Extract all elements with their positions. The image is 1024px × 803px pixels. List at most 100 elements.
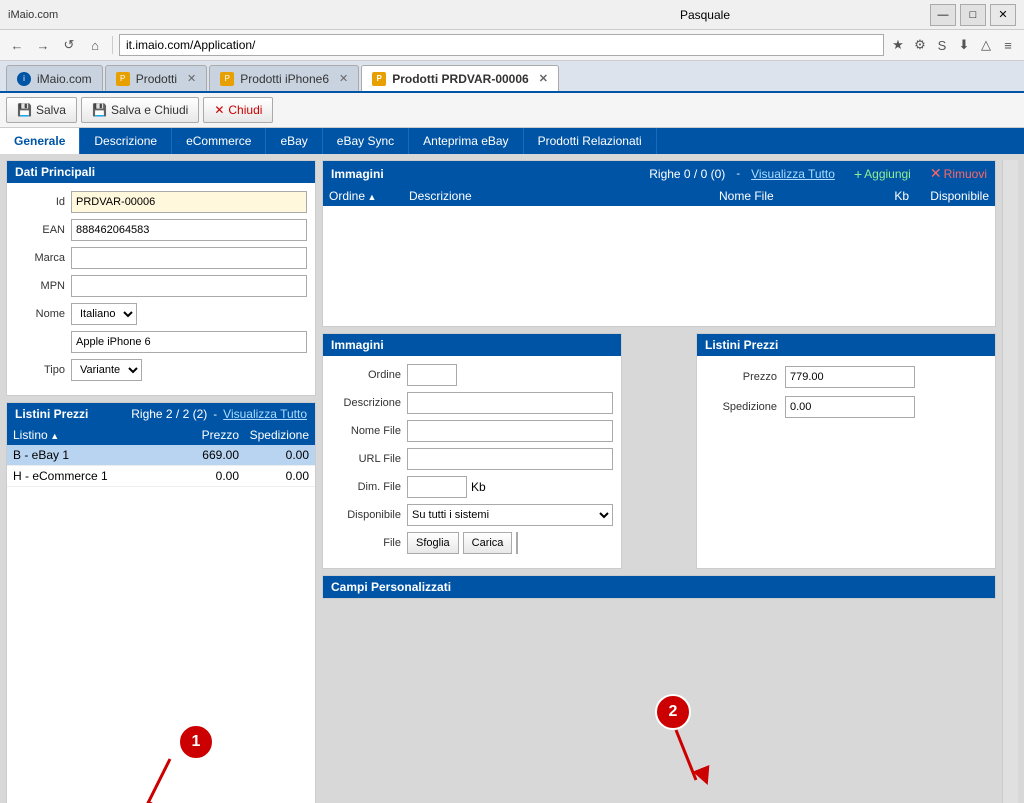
id-label: Id (15, 196, 65, 208)
nome-lang-row: Nome Italiano (15, 303, 307, 325)
tab-generale[interactable]: Generale (0, 128, 80, 154)
col-listino[interactable]: Listino (13, 428, 159, 442)
url-file-input[interactable] (407, 448, 613, 470)
tab-ebay[interactable]: eBay (266, 128, 322, 154)
right-panel: Immagini Righe 0 / 0 (0) - Visualizza Tu… (322, 160, 996, 803)
right-spedizione-input[interactable] (785, 396, 915, 418)
tab-prodotti-relazionati[interactable]: Prodotti Relazionati (524, 128, 657, 154)
bookmark-icon[interactable]: ★ (888, 35, 908, 55)
listini-row-ecommerce1[interactable]: H - eCommerce 1 0.00 0.00 (7, 466, 315, 487)
address-bar[interactable] (119, 34, 884, 56)
file-label: File (331, 537, 401, 549)
right-prezzo-input[interactable] (785, 366, 915, 388)
scrollbar[interactable] (1002, 160, 1018, 803)
col-spedizione[interactable]: Spedizione (239, 428, 309, 442)
marca-input[interactable] (71, 247, 307, 269)
ean-input[interactable] (71, 219, 307, 241)
section-tabs: Generale Descrizione eCommerce eBay eBay… (0, 128, 1024, 154)
forward-button[interactable]: → (32, 34, 54, 56)
refresh-button[interactable]: ↺ (58, 34, 80, 56)
images-top-section: Immagini Righe 0 / 0 (0) - Visualizza Tu… (322, 160, 996, 327)
middle-row: Immagini Ordine Descrizione Nome File (322, 333, 996, 569)
tab-close-prodotti[interactable]: ✕ (187, 72, 196, 85)
nome-file-input[interactable] (407, 420, 613, 442)
tab-ecommerce[interactable]: eCommerce (172, 128, 266, 154)
skype-icon[interactable]: S (932, 35, 952, 55)
dim-file-input[interactable] (407, 476, 467, 498)
prezzo-ecommerce1: 0.00 (159, 469, 239, 483)
col-disponibile[interactable]: Disponibile (909, 189, 989, 203)
images-visualizza-link[interactable]: Visualizza Tutto (751, 167, 835, 181)
tab-favicon-iphone6: P (220, 72, 234, 86)
ordine-label: Ordine (331, 369, 401, 381)
col-prezzo[interactable]: Prezzo (159, 428, 239, 442)
close-button[interactable]: ✕ Chiudi (203, 97, 273, 123)
save-button[interactable]: 💾 Salva (6, 97, 77, 123)
listini-right-form: Prezzo Spedizione (697, 356, 995, 436)
tab-imaio[interactable]: i iMaio.com (6, 65, 103, 91)
mpn-input[interactable] (71, 275, 307, 297)
tab-prdvar[interactable]: P Prodotti PRDVAR-00006 ✕ (361, 65, 559, 91)
save-close-button[interactable]: 💾 Salva e Chiudi (81, 97, 199, 123)
left-panel: Dati Principali Id EAN Marca (6, 160, 316, 803)
download-icon[interactable]: ⬇ (954, 35, 974, 55)
rimuovi-button[interactable]: ✕ Rimuovi (930, 165, 987, 182)
tab-close-iphone6[interactable]: ✕ (339, 72, 348, 85)
home-button[interactable]: ⌂ (84, 34, 106, 56)
url-file-label: URL File (331, 453, 401, 465)
images-top-header: Immagini Righe 0 / 0 (0) - Visualizza Tu… (323, 161, 995, 186)
col-ordine[interactable]: Ordine (329, 189, 409, 203)
tab-descrizione[interactable]: Descrizione (80, 128, 172, 154)
img-descrizione-row: Descrizione (331, 392, 613, 414)
id-input[interactable] (71, 191, 307, 213)
tab-favicon-prodotti: P (116, 72, 130, 86)
listino-ecommerce1: H - eCommerce 1 (13, 469, 159, 483)
listini-row-ebay1[interactable]: B - eBay 1 669.00 0.00 (7, 445, 315, 466)
tab-anteprima-ebay[interactable]: Anteprima eBay (409, 128, 523, 154)
file-display (516, 532, 518, 554)
mpn-label: MPN (15, 280, 65, 292)
aggiungi-button[interactable]: + Aggiungi (854, 166, 911, 182)
listini-visualizza-link[interactable]: Visualizza Tutto (223, 407, 307, 421)
save-icon: 💾 (17, 103, 32, 117)
maximize-button[interactable]: □ (960, 4, 986, 26)
tab-prodotti[interactable]: P Prodotti ✕ (105, 65, 208, 91)
col-descrizione[interactable]: Descrizione (409, 189, 719, 203)
tipo-select[interactable]: Variante (71, 359, 142, 381)
settings-icon[interactable]: ⚙ (910, 35, 930, 55)
tab-iphone6[interactable]: P Prodotti iPhone6 ✕ (209, 65, 359, 91)
carica-button[interactable]: Carica (463, 532, 513, 554)
dati-principali-body: Id EAN Marca MPN (7, 183, 315, 395)
prezzo-ebay1: 669.00 (159, 448, 239, 462)
minimize-button[interactable]: — (930, 4, 956, 26)
sped-ebay1: 0.00 (239, 448, 309, 462)
sfoglia-button[interactable]: Sfoglia (407, 532, 459, 554)
nome-input[interactable] (71, 331, 307, 353)
plus-icon: + (854, 166, 862, 182)
sped-ecommerce1: 0.00 (239, 469, 309, 483)
upload-icon[interactable]: △ (976, 35, 996, 55)
tab-favicon-imaio: i (17, 72, 31, 86)
nome-file-row: Nome File (331, 420, 613, 442)
browser-toolbar: ← → ↺ ⌂ ★ ⚙ S ⬇ △ ≡ (0, 30, 1024, 61)
dim-file-row: Dim. File Kb (331, 476, 613, 498)
disponibile-select[interactable]: Su tutti i sistemi (407, 504, 613, 526)
menu-icon[interactable]: ≡ (998, 35, 1018, 55)
window-user: Pasquale (680, 8, 730, 22)
close-window-button[interactable]: ✕ (990, 4, 1016, 26)
img-descrizione-input[interactable] (407, 392, 613, 414)
nome-lang-select[interactable]: Italiano (71, 303, 137, 325)
disponibile-label: Disponibile (331, 509, 401, 521)
listini-right-header: Listini Prezzi (697, 334, 995, 356)
ordine-input[interactable] (407, 364, 457, 386)
tab-close-prdvar[interactable]: ✕ (539, 72, 548, 85)
ordine-row: Ordine (331, 364, 613, 386)
tab-ebay-sync[interactable]: eBay Sync (323, 128, 409, 154)
images-table-header: Ordine Descrizione Nome File Kb Disponib… (323, 186, 995, 206)
nome-label: Nome (15, 308, 65, 320)
listini-left-header: Listini Prezzi Righe 2 / 2 (2) - Visuali… (7, 403, 315, 425)
col-kb[interactable]: Kb (869, 189, 909, 203)
back-button[interactable]: ← (6, 34, 28, 56)
col-nome-file[interactable]: Nome File (719, 189, 869, 203)
nome-value-row (15, 331, 307, 353)
